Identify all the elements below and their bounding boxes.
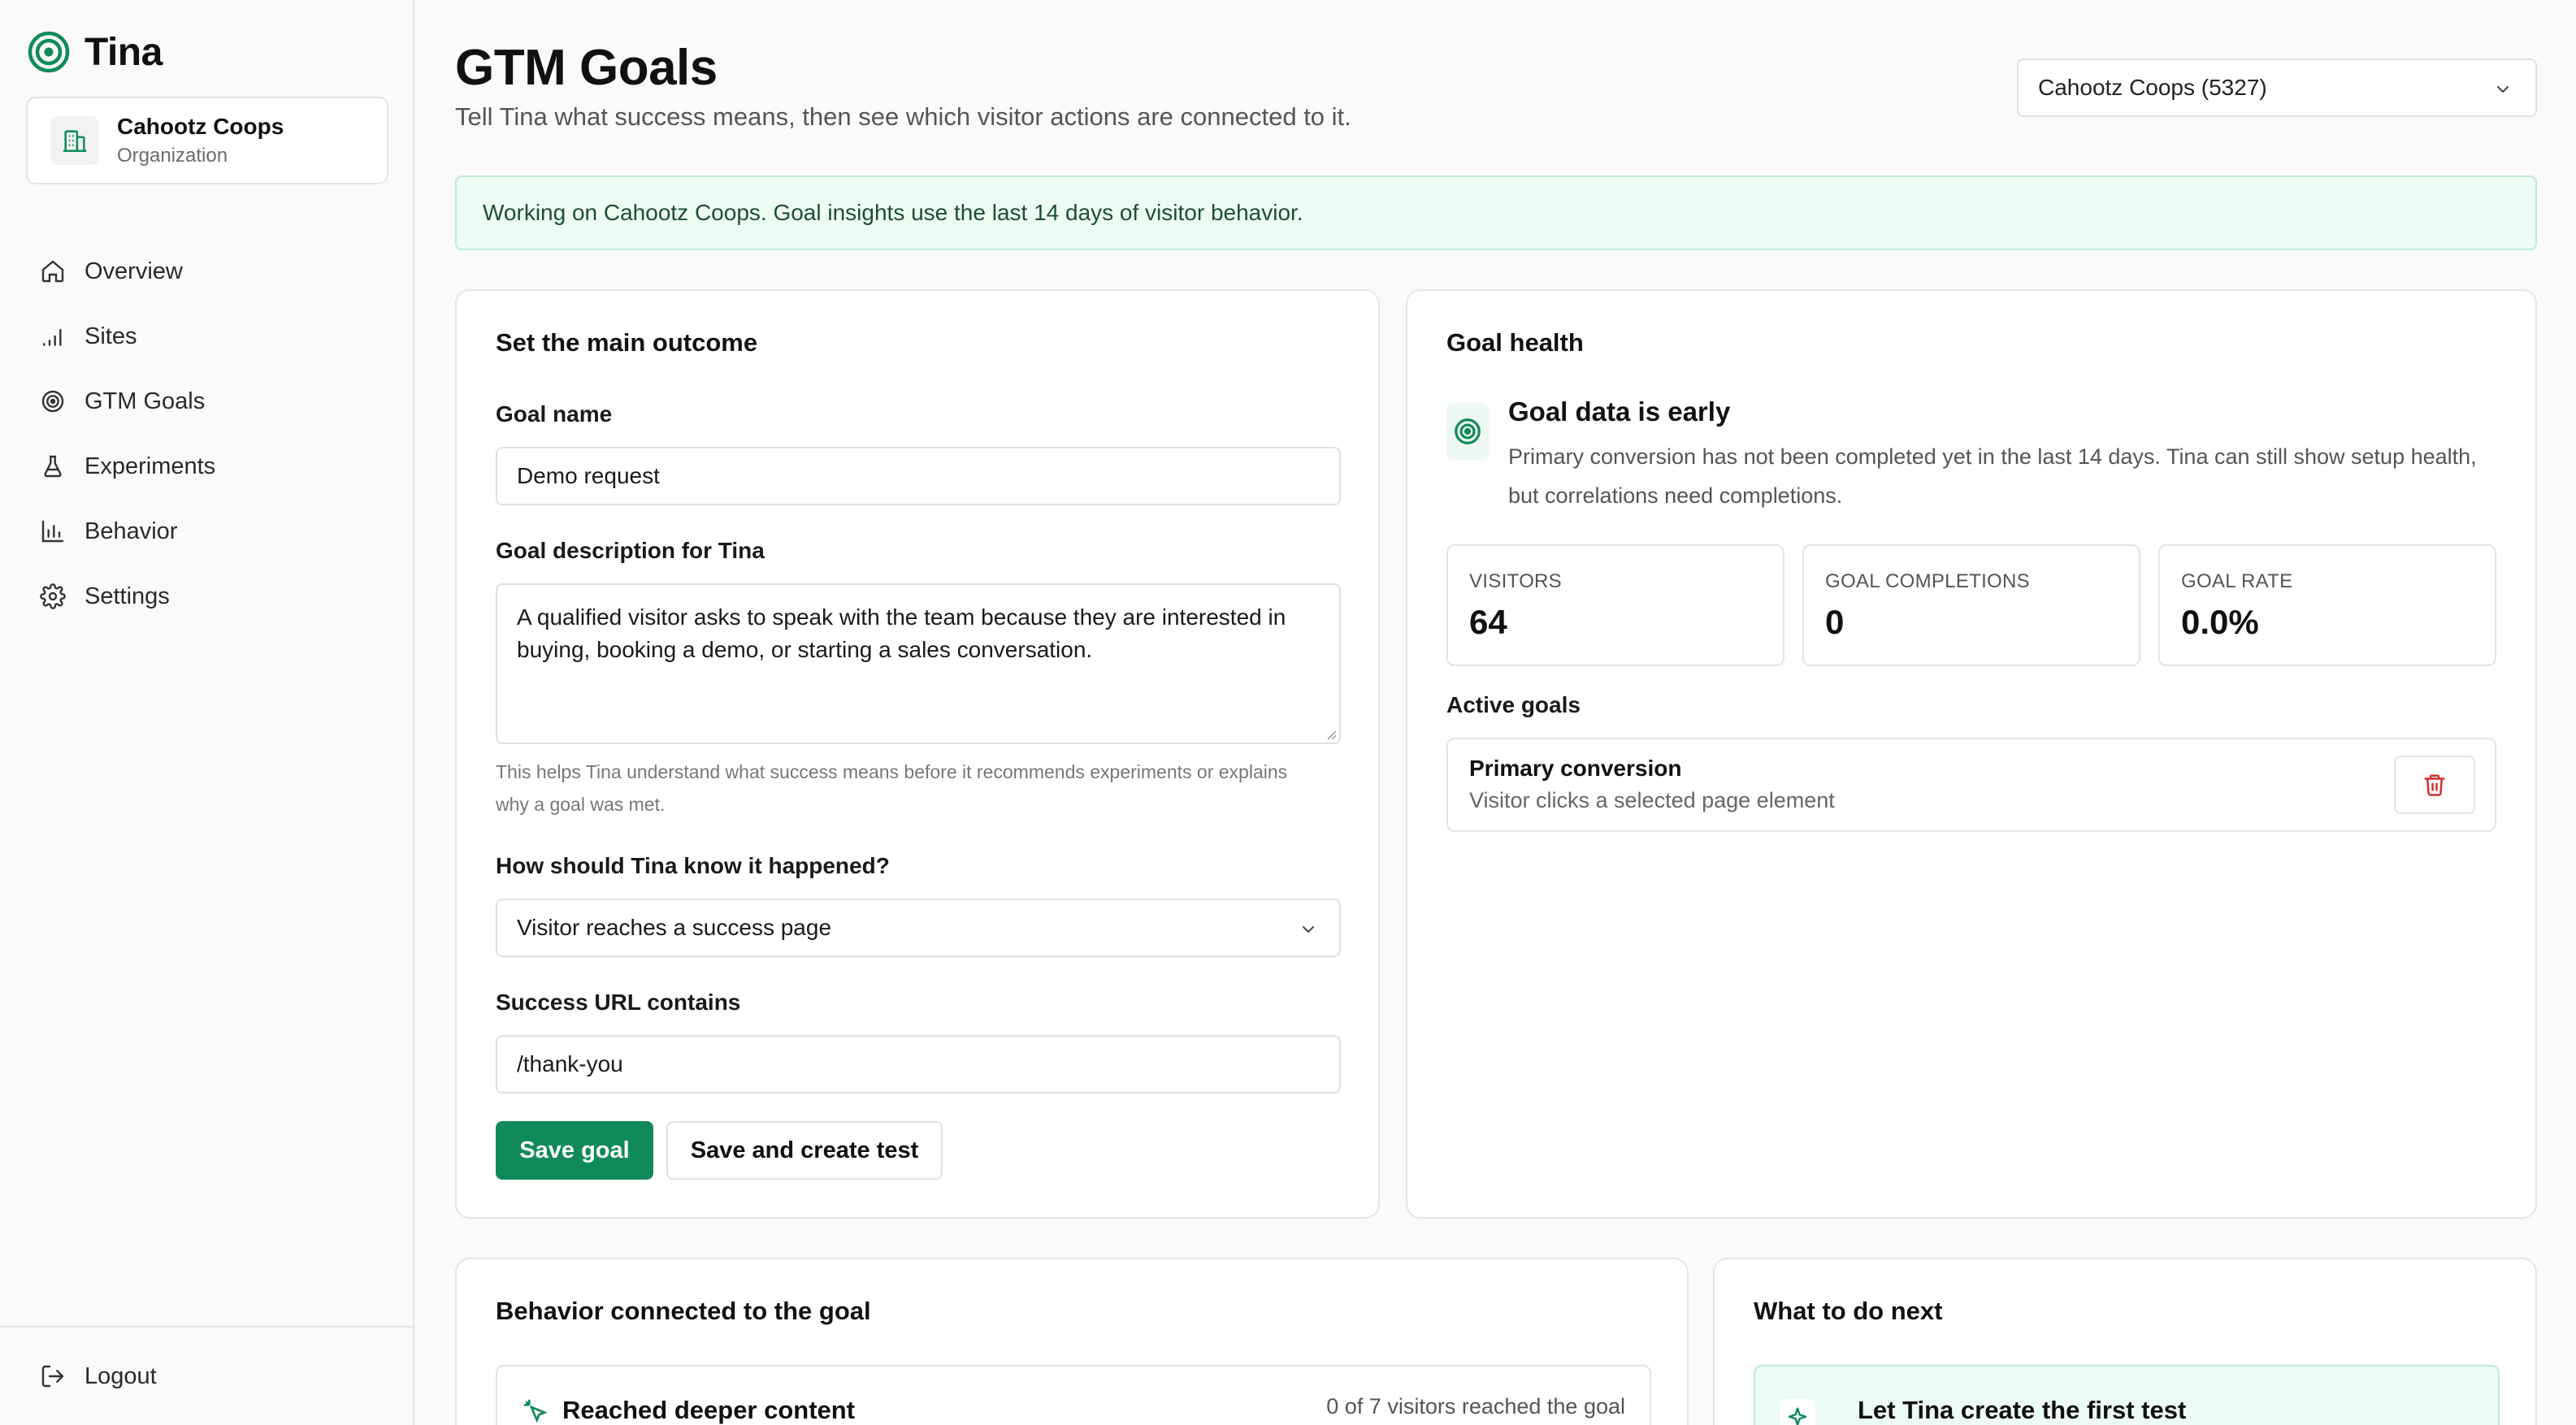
goal-name-input[interactable]: Demo request <box>496 447 1341 505</box>
behavior-card: Behavior connected to the goal Reached d… <box>455 1258 1689 1425</box>
stat-label: GOAL COMPLETIONS <box>1825 570 2030 592</box>
success-url-value: /thank-you <box>517 1051 623 1076</box>
info-banner: Working on Cahootz Coops. Goal insights … <box>455 175 2537 250</box>
behavior-item-meta: 0 of 7 visitors reached the goal <box>1326 1394 1625 1419</box>
sparkle-icon <box>1788 1407 1807 1425</box>
page-title: GTM Goals <box>455 40 718 96</box>
save-and-create-test-button[interactable]: Save and create test <box>666 1121 943 1180</box>
behavior-item[interactable]: Reached deeper content 0 of 7 visitors r… <box>496 1365 1651 1425</box>
goal-description-label: Goal description for Tina <box>496 538 765 563</box>
signal-bars-icon <box>39 323 67 350</box>
building-icon <box>50 116 99 165</box>
goal-name-value: Demo request <box>517 463 660 488</box>
home-icon <box>39 258 67 285</box>
behavior-item-title: Reached deeper content <box>562 1396 856 1424</box>
logout-icon <box>39 1362 67 1390</box>
outcome-card-title: Set the main outcome <box>496 328 758 357</box>
success-url-label: Success URL contains <box>496 990 741 1015</box>
sidebar-item-behavior[interactable]: Behavior <box>26 499 388 564</box>
stat-goal-rate: GOAL RATE 0.0% <box>2158 544 2496 666</box>
active-goal-desc: Visitor clicks a selected page element <box>1469 788 1835 812</box>
stat-value: 64 <box>1469 603 1507 641</box>
org-card[interactable]: Cahootz Coops Organization <box>26 97 388 184</box>
behavior-card-title: Behavior connected to the goal <box>496 1297 871 1325</box>
next-item-title: Let Tina create the first test <box>1858 1396 2187 1424</box>
method-select[interactable]: Visitor reaches a success page <box>496 899 1341 957</box>
org-type: Organization <box>117 145 228 167</box>
chevron-down-icon <box>2497 86 2509 93</box>
logout-label: Logout <box>85 1362 157 1389</box>
outcome-card: Set the main outcome Goal name Demo requ… <box>455 289 1380 1219</box>
status-icon-box <box>1446 403 1489 460</box>
sidebar-item-experiments[interactable]: Experiments <box>26 434 388 499</box>
goal-health-title: Goal health <box>1446 328 1584 357</box>
stat-goal-completions: GOAL COMPLETIONS 0 <box>1802 544 2140 666</box>
goal-description-textarea[interactable]: A qualified visitor asks to speak with t… <box>496 583 1341 744</box>
org-select[interactable]: Cahootz Coops (5327) <box>2017 58 2537 117</box>
goal-health-card: Goal health Goal data is early Primary c… <box>1406 289 2537 1219</box>
stat-label: VISITORS <box>1469 570 1562 592</box>
stat-value: 0 <box>1825 603 1845 641</box>
sidebar-nav: Overview Sites GTM Goals Experiments Beh… <box>26 239 388 629</box>
target-icon <box>39 388 67 415</box>
stat-label: GOAL RATE <box>2181 570 2293 592</box>
method-label: How should Tina know it happened? <box>496 853 890 878</box>
app-name: Tina <box>85 30 163 74</box>
sidebar-item-label: Overview <box>85 258 183 284</box>
logout-button[interactable]: Logout <box>39 1344 157 1409</box>
next-item[interactable]: Let Tina create the first test <box>1754 1365 2500 1425</box>
active-goals-label: Active goals <box>1446 692 1581 717</box>
bar-chart-icon <box>39 518 67 545</box>
stat-visitors: VISITORS 64 <box>1446 544 1785 666</box>
sidebar-item-settings[interactable]: Settings <box>26 564 388 629</box>
success-url-input[interactable]: /thank-you <box>496 1035 1341 1094</box>
resize-handle-icon[interactable] <box>1325 728 1338 741</box>
flask-icon <box>39 453 67 480</box>
next-card-title: What to do next <box>1754 1297 1943 1325</box>
org-select-value: Cahootz Coops (5327) <box>2038 75 2267 100</box>
active-goal-row: Primary conversion Visitor clicks a sele… <box>1446 738 2496 832</box>
org-name: Cahootz Coops <box>117 114 284 139</box>
target-logo-icon <box>28 31 70 73</box>
next-card: What to do next Let Tina create the firs… <box>1713 1258 2537 1425</box>
sidebar-item-gtm-goals[interactable]: GTM Goals <box>26 369 388 434</box>
save-goal-button[interactable]: Save goal <box>496 1121 653 1180</box>
delete-goal-button[interactable] <box>2394 756 2475 814</box>
sidebar: Tina Cahootz Coops Organization Overview <box>0 0 414 1425</box>
sidebar-item-label: Sites <box>85 323 137 349</box>
sidebar-item-label: Behavior <box>85 518 178 544</box>
gear-icon <box>39 583 67 610</box>
cursor-click-icon <box>523 1399 548 1423</box>
goal-name-label: Goal name <box>496 401 613 427</box>
trash-icon <box>2424 774 2445 796</box>
page-subtitle: Tell Tina what success means, then see w… <box>455 102 1351 131</box>
sidebar-item-label: GTM Goals <box>85 388 206 414</box>
status-text: Primary conversion has not been complete… <box>1508 444 2477 508</box>
method-select-value: Visitor reaches a success page <box>517 915 832 940</box>
chevron-down-icon <box>1303 926 1314 933</box>
goal-description-help: This helps Tina understand what success … <box>496 761 1288 815</box>
target-icon <box>1455 418 1481 444</box>
sparkle-icon-box <box>1780 1399 1815 1425</box>
sidebar-item-label: Settings <box>85 583 170 609</box>
sidebar-item-label: Experiments <box>85 453 216 479</box>
status-title: Goal data is early <box>1508 396 1731 427</box>
stat-value: 0.0% <box>2181 603 2259 641</box>
sidebar-divider <box>0 1326 414 1328</box>
sidebar-item-sites[interactable]: Sites <box>26 304 388 369</box>
active-goal-name: Primary conversion <box>1469 756 1682 781</box>
brand[interactable]: Tina <box>28 28 163 76</box>
sidebar-item-overview[interactable]: Overview <box>26 239 388 304</box>
